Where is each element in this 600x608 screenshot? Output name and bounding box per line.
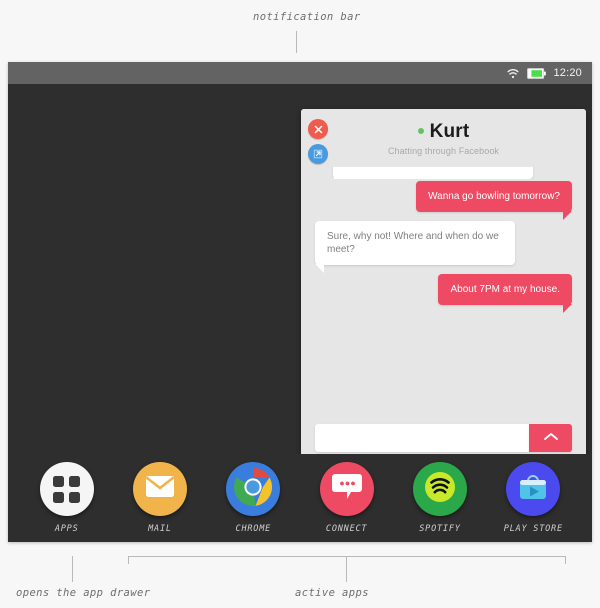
message-row: About 7PM at my house. [315, 274, 572, 313]
chrome-icon [233, 467, 273, 512]
annotation-notification-bar-pointer [296, 31, 297, 53]
status-bar-clock: 12:20 [553, 67, 582, 79]
apps-grid-icon [53, 475, 81, 503]
dock-label-apps: APPS [54, 524, 79, 534]
dock-item-spotify[interactable]: SPOTIFY [398, 462, 482, 534]
annotation-app-drawer: opens the app drawer [16, 587, 151, 599]
message-row: Sure, why not! Where and when do we meet… [315, 221, 572, 273]
close-icon[interactable] [308, 119, 328, 139]
annotation-active-apps-bracket-right [565, 556, 566, 564]
chat-bubble-icon [331, 473, 362, 505]
chat-window: Kurt Chatting through Facebook Wanna go … [301, 109, 586, 475]
dock-item-chrome[interactable]: CHROME [211, 462, 295, 534]
annotation-notification-bar: notification bar [253, 11, 361, 23]
message-bubble-incoming: Sure, why not! Where and when do we meet… [315, 221, 515, 273]
clipped-message [315, 167, 572, 179]
dock-label-chrome: CHROME [235, 524, 272, 534]
send-button[interactable] [529, 423, 572, 452]
annotation-active-apps-pointer [346, 556, 347, 582]
dock-item-apps[interactable]: APPS [25, 462, 109, 534]
annotation-active-apps-bracket-top [128, 556, 566, 557]
chevron-up-icon [543, 430, 559, 445]
message-input[interactable] [315, 423, 529, 452]
envelope-icon [145, 476, 175, 502]
presence-dot [417, 127, 424, 134]
annotation-active-apps-bracket-left [128, 556, 129, 564]
page-root: notification bar 12:20 Kurt Chatting thr… [0, 0, 600, 608]
spotify-icon [423, 470, 457, 509]
expand-icon[interactable] [308, 144, 328, 164]
contact-name-text: Kurt [429, 121, 470, 142]
dock-item-mail[interactable]: MAIL [118, 462, 202, 534]
chat-header: Kurt Chatting through Facebook [301, 109, 586, 167]
wifi-icon [506, 68, 520, 79]
annotation-app-drawer-pointer [72, 556, 73, 582]
dock-label-spotify: SPOTIFY [419, 524, 461, 534]
chat-subtitle: Chatting through Facebook [387, 146, 500, 156]
home-screen: Kurt Chatting through Facebook Wanna go … [8, 84, 592, 542]
app-dock: APPS MAIL CHROME CONNECT SPOTIFY PLAY ST… [8, 454, 592, 542]
dock-item-play-store[interactable]: PLAY STORE [491, 462, 575, 534]
chat-message-list[interactable]: Wanna go bowling tomorrow? Sure, why not… [301, 167, 586, 411]
play-store-icon [518, 473, 548, 506]
battery-icon [527, 67, 547, 79]
dock-label-connect: CONNECT [325, 524, 368, 534]
dock-label-play-store: PLAY STORE [503, 524, 563, 534]
phone-device: 12:20 Kurt Chatting through Facebook Wan… [8, 62, 592, 542]
message-row: Wanna go bowling tomorrow? [315, 181, 572, 220]
chat-contact-name: Kurt [301, 121, 586, 143]
notification-bar: 12:20 [8, 62, 592, 84]
dock-label-mail: MAIL [148, 524, 172, 534]
annotation-active-apps: active apps [295, 587, 369, 599]
dock-item-connect[interactable]: CONNECT [305, 462, 389, 534]
message-bubble-outgoing: Wanna go bowling tomorrow? [416, 181, 572, 220]
message-bubble-outgoing: About 7PM at my house. [438, 274, 572, 313]
